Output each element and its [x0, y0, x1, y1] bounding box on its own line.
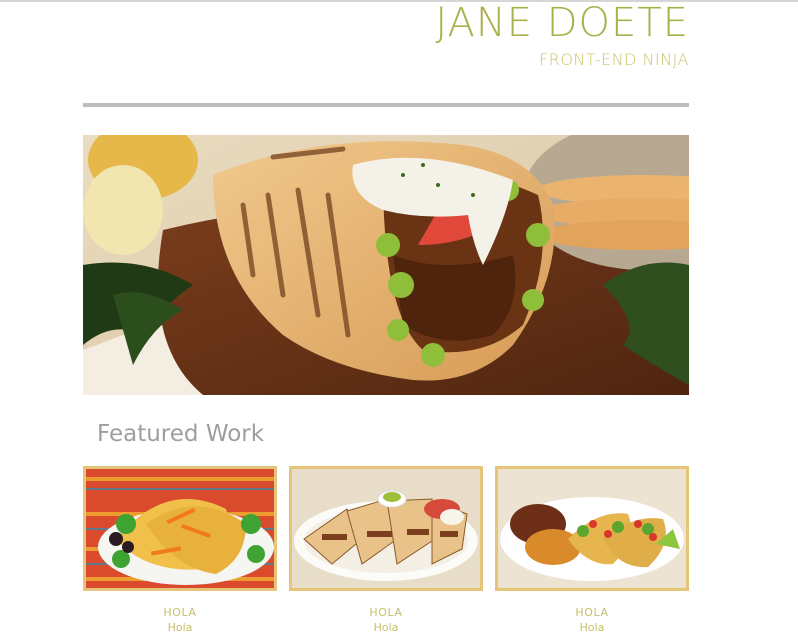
featured-item-3-image[interactable]	[495, 466, 689, 591]
featured-item-2-title: HOLA	[369, 606, 403, 619]
featured-item-1-subtitle: Hola	[167, 621, 193, 634]
featured-item-1-caption: HOLA Hola	[83, 606, 277, 635]
featured-item-1-image[interactable]	[83, 466, 277, 591]
site-subtitle: FRONT-END NINJA	[539, 50, 689, 69]
featured-item-3-title: HOLA	[575, 606, 609, 619]
header-divider	[83, 103, 689, 107]
featured-item-2-image[interactable]	[289, 466, 483, 591]
site-title: JANE DOETE	[435, 0, 689, 46]
featured-item-2-caption: HOLA Hola	[289, 606, 483, 635]
featured-item-3-subtitle: Hola	[579, 621, 605, 634]
featured-work-heading: Featured Work	[97, 421, 265, 447]
hero-image	[83, 135, 689, 395]
featured-item-2-subtitle: Hola	[373, 621, 399, 634]
featured-item-3-caption: HOLA Hola	[495, 606, 689, 635]
featured-item-1-title: HOLA	[163, 606, 197, 619]
